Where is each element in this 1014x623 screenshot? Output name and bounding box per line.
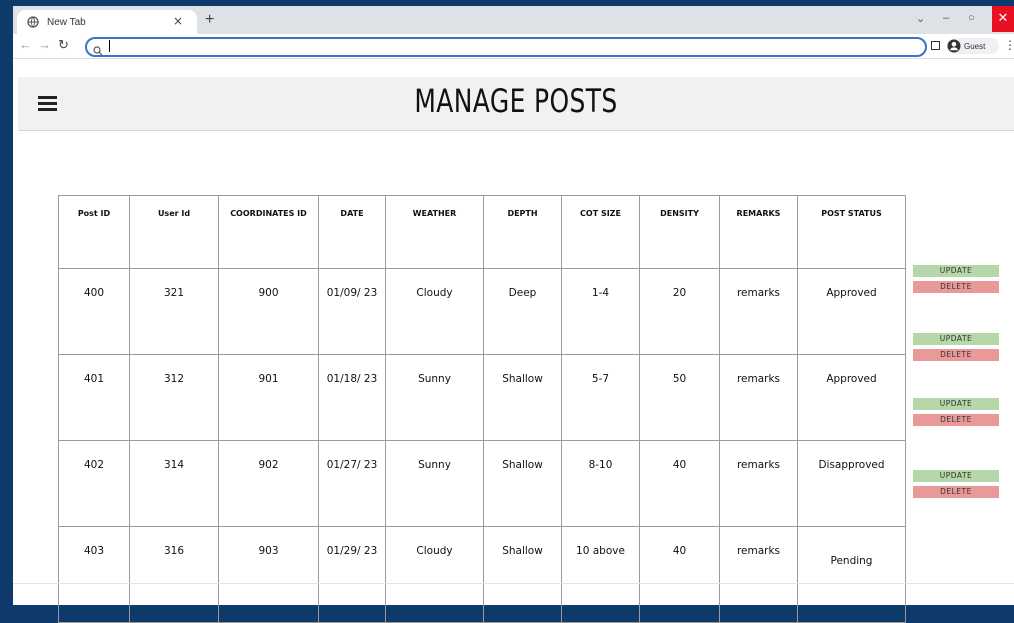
cell-cot-size: 8-10 (561, 440, 640, 527)
table-row: 403 316 903 01/29/ 23 Cloudy Shallow 10 … (58, 526, 906, 623)
cell-post-id: 403 (58, 526, 130, 623)
page-header: MANAGE POSTS (18, 77, 1014, 131)
cell-post-id: 401 (58, 354, 130, 441)
update-button[interactable]: UPDATE (913, 333, 999, 345)
search-icon (93, 41, 103, 60)
cell-weather: Sunny (385, 440, 484, 527)
profile-avatar-icon (947, 39, 961, 53)
cell-post-id: 402 (58, 440, 130, 527)
globe-icon (27, 16, 39, 28)
column-header-depth: DEPTH (483, 195, 562, 269)
cell-cot-size: 5-7 (561, 354, 640, 441)
column-header-post-status: POST STATUS (797, 195, 906, 269)
delete-button[interactable]: DELETE (913, 281, 999, 293)
cell-coordinates-id: 901 (218, 354, 319, 441)
cell-depth: Shallow (483, 526, 562, 623)
row-actions: UPDATE DELETE (913, 265, 999, 297)
column-header-remarks: REMARKS (719, 195, 798, 269)
delete-button[interactable]: DELETE (913, 486, 999, 498)
back-icon[interactable]: ← (19, 37, 32, 52)
column-header-weather: WEATHER (385, 195, 484, 269)
cell-cot-size: 10 above (561, 526, 640, 623)
cell-post-status: Disapproved (797, 440, 906, 527)
column-header-post-id: Post ID (58, 195, 130, 269)
column-header-user-id: User Id (129, 195, 219, 269)
cell-remarks: remarks (719, 440, 798, 527)
restore-icon[interactable]: ○ (968, 12, 975, 24)
window-close-icon[interactable]: ✕ (992, 6, 1014, 32)
profile-button[interactable]: Guest (947, 38, 999, 54)
cell-date: 01/29/ 23 (318, 526, 386, 623)
cell-density: 40 (639, 440, 720, 527)
cell-coordinates-id: 900 (218, 268, 319, 355)
cell-remarks: remarks (719, 526, 798, 623)
cell-weather: Cloudy (385, 268, 484, 355)
cell-user-id: 314 (129, 440, 219, 527)
profile-label: Guest (964, 41, 986, 51)
update-button[interactable]: UPDATE (913, 470, 999, 482)
text-caret (109, 40, 110, 52)
column-header-density: DENSITY (639, 195, 720, 269)
cell-post-status: Approved (797, 268, 906, 355)
tab-bar: New Tab × + ⌄ – ○ ✕ (13, 6, 1014, 34)
delete-button[interactable]: DELETE (913, 414, 999, 426)
update-button[interactable]: UPDATE (913, 265, 999, 277)
reload-icon[interactable]: ↻ (58, 37, 69, 53)
row-actions: UPDATE DELETE (913, 398, 999, 430)
row-actions: UPDATE DELETE (913, 333, 999, 365)
delete-button[interactable]: DELETE (913, 349, 999, 361)
column-header-cot-size: COT SIZE (561, 195, 640, 269)
page-title: MANAGE POSTS (414, 82, 618, 120)
cell-user-id: 321 (129, 268, 219, 355)
cell-date: 01/18/ 23 (318, 354, 386, 441)
hamburger-menu-icon[interactable] (38, 96, 57, 111)
cell-date: 01/09/ 23 (318, 268, 386, 355)
cell-weather: Cloudy (385, 526, 484, 623)
cell-depth: Deep (483, 268, 562, 355)
address-bar[interactable] (85, 37, 927, 57)
cell-depth: Shallow (483, 440, 562, 527)
footer-divider (13, 583, 1014, 584)
column-header-coordinates-id: COORDINATES ID (218, 195, 319, 269)
tab-search-chevron-icon[interactable]: ⌄ (916, 12, 925, 25)
cell-post-status: Approved (797, 354, 906, 441)
update-button[interactable]: UPDATE (913, 398, 999, 410)
tab-new-tab[interactable]: New Tab × (17, 10, 197, 34)
table-header-row: Post ID User Id COORDINATES ID DATE WEAT… (58, 195, 906, 269)
cell-post-id: 400 (58, 268, 130, 355)
cell-cot-size: 1-4 (561, 268, 640, 355)
cell-density: 40 (639, 526, 720, 623)
minimize-icon[interactable]: – (943, 12, 949, 24)
cell-coordinates-id: 903 (218, 526, 319, 623)
cell-user-id: 312 (129, 354, 219, 441)
forward-icon[interactable]: → (38, 37, 51, 52)
row-actions: UPDATE DELETE (913, 470, 999, 502)
menu-dots-icon[interactable]: ⋮ (1004, 38, 1014, 52)
cell-density: 50 (639, 354, 720, 441)
cell-date: 01/27/ 23 (318, 440, 386, 527)
column-header-date: DATE (318, 195, 386, 269)
table-row: 402 314 902 01/27/ 23 Sunny Shallow 8-10… (58, 440, 906, 527)
cell-remarks: remarks (719, 354, 798, 441)
cell-remarks: remarks (719, 268, 798, 355)
cell-depth: Shallow (483, 354, 562, 441)
browser-toolbar: ← → ↻ Guest ⋮ (13, 34, 1014, 59)
posts-table: Post ID User Id COORDINATES ID DATE WEAT… (58, 195, 906, 623)
table-row: 400 321 900 01/09/ 23 Cloudy Deep 1-4 20… (58, 268, 906, 355)
cell-post-status: Pending (797, 526, 906, 623)
page-content: MANAGE POSTS Post ID User Id COORDINATES… (13, 59, 1014, 623)
side-panel-icon[interactable] (931, 41, 940, 50)
new-tab-icon[interactable]: + (205, 11, 214, 29)
cell-weather: Sunny (385, 354, 484, 441)
cell-coordinates-id: 902 (218, 440, 319, 527)
table-row: 401 312 901 01/18/ 23 Sunny Shallow 5-7 … (58, 354, 906, 441)
tab-close-icon[interactable]: × (173, 14, 183, 28)
cell-user-id: 316 (129, 526, 219, 623)
cell-density: 20 (639, 268, 720, 355)
browser-window: New Tab × + ⌄ – ○ ✕ ← → ↻ Guest ⋮ MANAGE… (13, 6, 1014, 623)
tab-title: New Tab (47, 16, 86, 28)
